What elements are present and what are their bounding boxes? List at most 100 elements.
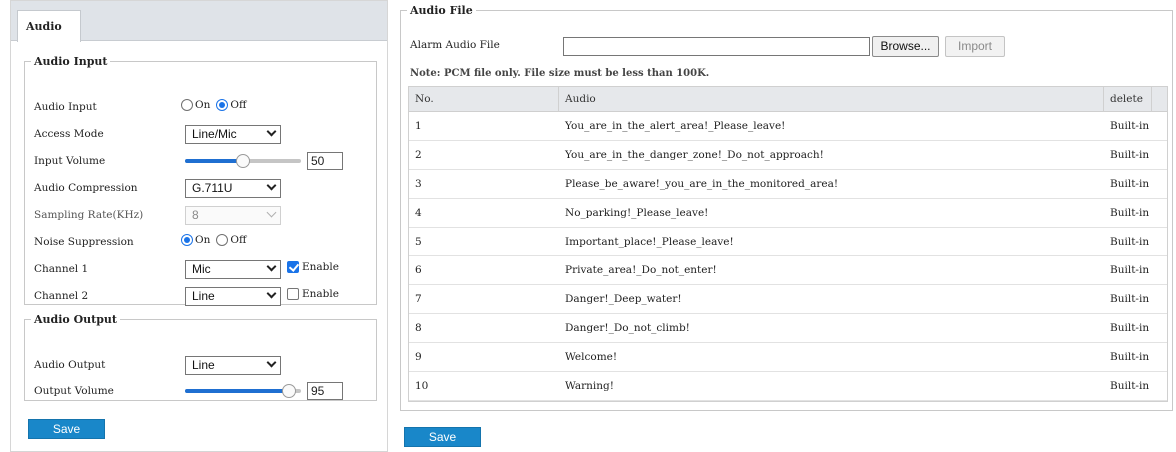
noise-suppression-off-radio[interactable] — [216, 234, 229, 246]
cell-audio: You_are_in_the_danger_zone!_Do_not_appro… — [565, 148, 824, 161]
access-mode-label: Access Mode — [34, 128, 104, 140]
table-row[interactable]: 2 You_are_in_the_danger_zone!_Do_not_appr… — [409, 141, 1167, 170]
output-volume-field[interactable]: 95 — [307, 382, 343, 400]
audio-output-value: Line — [192, 358, 215, 372]
cell-delete[interactable]: Built-in — [1104, 343, 1152, 371]
cell-no: 8 — [415, 322, 422, 335]
audio-compression-label: Audio Compression — [34, 182, 138, 194]
header-no: No. — [409, 87, 559, 112]
cell-no: 9 — [415, 351, 422, 364]
chevron-down-icon — [266, 180, 277, 191]
channel-1-enable-label: Enable — [302, 261, 339, 273]
header-scroll-gap — [1152, 87, 1167, 112]
audio-input-off-label: Off — [230, 99, 247, 111]
noise-suppression-on-radio[interactable] — [181, 234, 193, 246]
channel-1-select[interactable]: Mic — [185, 260, 281, 279]
slider-thumb[interactable] — [282, 384, 296, 398]
channel-1-enable-checkbox[interactable] — [287, 261, 299, 273]
cell-delete[interactable]: Built-in — [1104, 112, 1152, 140]
audio-compression-row: Audio Compression G.711U — [25, 179, 376, 198]
cell-audio: You_are_in_the_alert_area!_Please_leave! — [565, 120, 786, 132]
cell-no: 6 — [415, 264, 422, 277]
input-volume-slider[interactable] — [185, 154, 301, 168]
file-note: Note: PCM file only. File size must be l… — [410, 68, 710, 79]
cell-delete[interactable]: Built-in — [1104, 285, 1152, 313]
channel-2-value: Line — [192, 289, 215, 303]
input-volume-field[interactable]: 50 — [307, 152, 343, 170]
audio-compression-select[interactable]: G.711U — [185, 179, 281, 198]
cell-no: 5 — [415, 235, 422, 248]
audio-input-on-label: On — [195, 99, 211, 111]
output-volume-label: Output Volume — [34, 385, 114, 397]
table-row[interactable]: 4 No_parking!_Please_leave! Built-in — [409, 199, 1167, 228]
tab-audio[interactable]: Audio — [17, 10, 81, 42]
table-row[interactable]: 3 Please_be_aware!_you_are_in_the_monitor… — [409, 170, 1167, 199]
access-mode-value: Line/Mic — [192, 127, 237, 141]
audio-output-legend: Audio Output — [34, 313, 117, 326]
table-header: No. Audio delete — [409, 87, 1167, 112]
cell-no: 1 — [415, 120, 422, 132]
audio-input-off-radio[interactable] — [216, 99, 229, 111]
output-volume-row: Output Volume 95 — [25, 382, 376, 400]
table-row[interactable]: 6 Private_area!_Do_not_enter! Built-in — [409, 256, 1167, 286]
audio-output-select[interactable]: Line — [185, 356, 281, 375]
browse-button[interactable]: Browse... — [872, 36, 939, 57]
table-row[interactable]: 5 Important_place!_Please_leave! Built-in — [409, 228, 1167, 257]
cell-no: 3 — [415, 177, 422, 190]
output-volume-slider[interactable] — [185, 384, 301, 398]
cell-delete[interactable]: Built-in — [1104, 372, 1152, 400]
audio-input-section: Audio Input Audio Input On Off Access Mo… — [24, 55, 377, 306]
cell-delete[interactable]: Built-in — [1104, 199, 1152, 227]
cell-no: 4 — [415, 206, 422, 219]
cell-delete[interactable]: Built-in — [1104, 314, 1152, 342]
cell-audio: Private_area!_Do_not_enter! — [565, 264, 717, 277]
cell-delete[interactable]: Built-in — [1104, 141, 1152, 169]
save-button[interactable]: Save — [28, 419, 105, 439]
channel-2-select[interactable]: Line — [185, 287, 281, 306]
input-volume-label: Input Volume — [34, 155, 106, 167]
noise-suppression-radio-group: On Off — [181, 234, 252, 246]
access-mode-select[interactable]: Line/Mic — [185, 125, 281, 144]
save-button[interactable]: Save — [404, 427, 481, 447]
cell-delete[interactable]: Built-in — [1104, 256, 1152, 284]
table-row[interactable]: 1 You_are_in_the_alert_area!_Please_leave… — [409, 112, 1167, 141]
channel-2-enable: Enable — [287, 288, 339, 300]
cell-delete[interactable]: Built-in — [1104, 228, 1152, 256]
slider-thumb[interactable] — [236, 154, 250, 168]
noise-suppression-row: Noise Suppression On Off — [25, 233, 376, 251]
audio-file-legend: Audio File — [410, 4, 473, 17]
tab-strip: Audio — [11, 1, 387, 42]
channel-2-row: Channel 2 Line Enable — [25, 287, 376, 306]
noise-suppression-off-label: Off — [230, 234, 247, 246]
channel-2-enable-checkbox[interactable] — [287, 288, 299, 300]
import-button: Import — [945, 36, 1005, 57]
cell-delete[interactable]: Built-in — [1104, 170, 1152, 198]
chevron-down-icon — [266, 288, 277, 299]
sampling-rate-label: Sampling Rate(KHz) — [34, 209, 144, 221]
audio-input-radio-group: On Off — [181, 99, 252, 111]
channel-1-label: Channel 1 — [34, 263, 89, 275]
table-row[interactable]: 8 Danger!_Do_not_climb! Built-in — [409, 314, 1167, 344]
sampling-rate-select: 8 — [185, 206, 281, 225]
chevron-down-icon — [266, 126, 277, 137]
input-volume-row: Input Volume 50 — [25, 152, 376, 170]
audio-compression-value: G.711U — [192, 181, 233, 195]
slider-fill — [185, 389, 289, 393]
channel-1-enable: Enable — [287, 261, 339, 273]
table-row[interactable]: 10 Warning! Built-in — [409, 372, 1167, 401]
slider-fill — [185, 159, 243, 163]
audio-settings-panel: Audio Audio Input Audio Input On Off Acc… — [10, 0, 388, 452]
audio-output-label: Audio Output — [34, 359, 106, 371]
audio-input-on-radio[interactable] — [181, 99, 193, 111]
cell-audio: Please_be_aware!_you_are_in_the_monitore… — [565, 177, 839, 190]
alarm-audio-file-input[interactable] — [563, 37, 870, 56]
table-row[interactable]: 9 Welcome! Built-in — [409, 343, 1167, 373]
audio-input-label: Audio Input — [34, 101, 97, 113]
cell-audio: Warning! — [565, 380, 614, 393]
channel-1-value: Mic — [192, 262, 211, 276]
audio-input-row: Audio Input On Off — [25, 98, 376, 116]
cell-no: 7 — [415, 293, 422, 306]
noise-suppression-on-label: On — [195, 234, 211, 246]
channel-2-label: Channel 2 — [34, 290, 89, 302]
table-row[interactable]: 7 Danger!_Deep_water! Built-in — [409, 285, 1167, 315]
